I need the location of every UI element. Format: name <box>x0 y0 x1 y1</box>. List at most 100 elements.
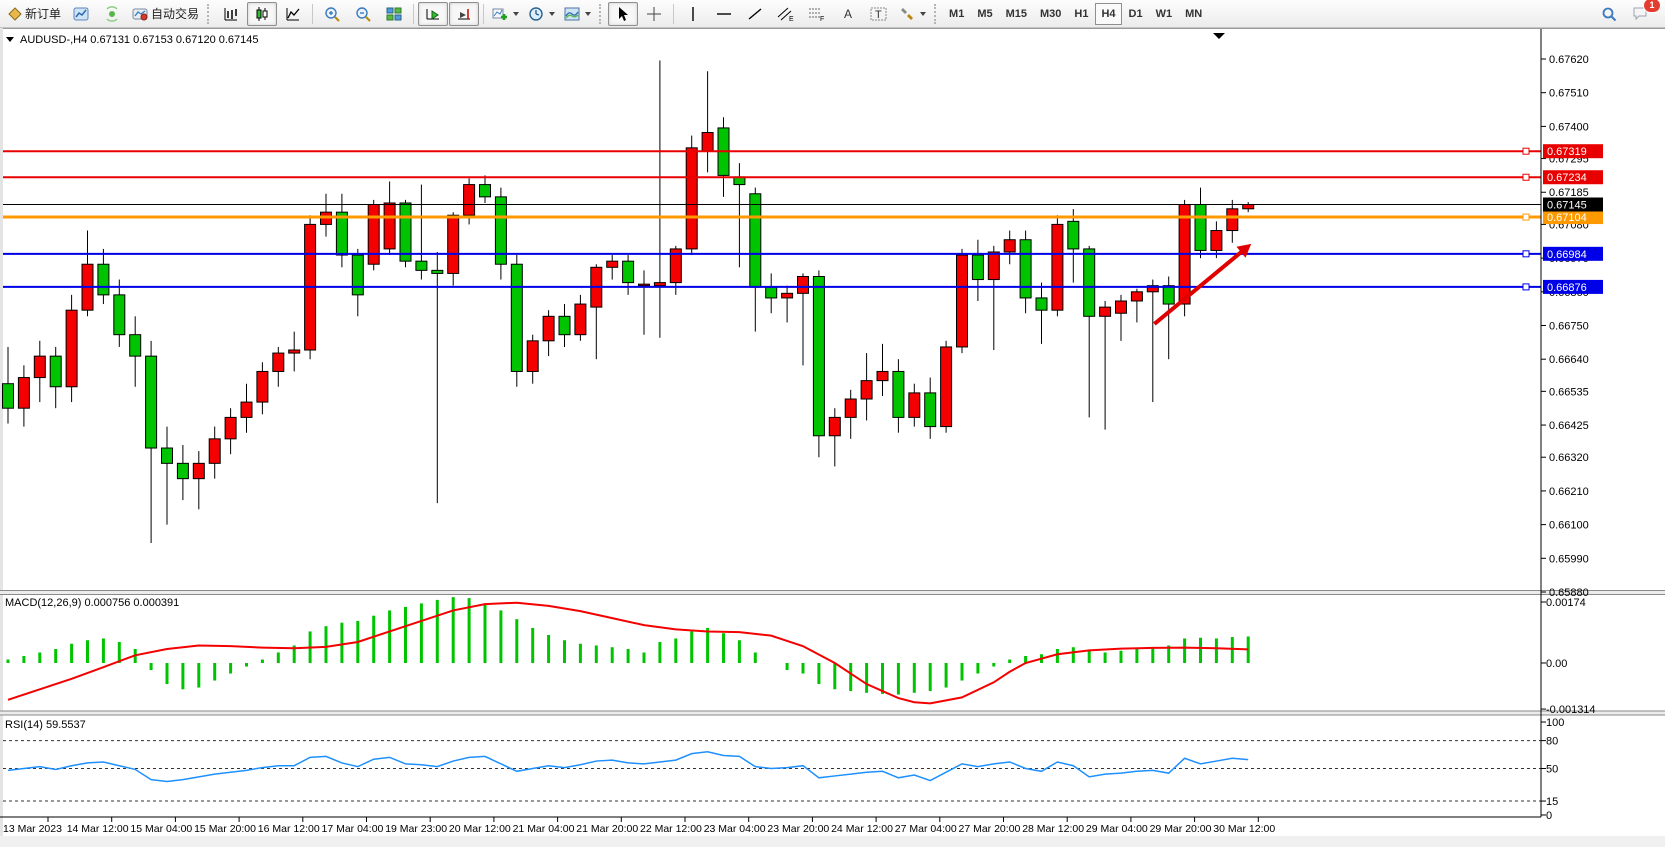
candle-body <box>98 264 109 295</box>
line-anchor[interactable] <box>1523 284 1529 290</box>
candle-body <box>1227 209 1238 231</box>
candle-body <box>750 194 761 287</box>
vertical-line-tool-button[interactable] <box>678 2 708 26</box>
chart-window: 0.676200.675100.674000.672950.671850.670… <box>0 28 1665 847</box>
zoom-out-button[interactable] <box>348 2 378 26</box>
rsi-tick-label: 0 <box>1546 810 1552 822</box>
cursor-tool-button[interactable] <box>608 2 638 26</box>
timeframe-m1-button[interactable]: M1 <box>943 3 970 25</box>
toolbar-grip <box>599 4 604 24</box>
bar-chart-type-button[interactable] <box>216 2 246 26</box>
candle-body <box>575 304 586 335</box>
time-tick-label: 21 Mar 20:00 <box>576 823 638 835</box>
search-icon <box>1601 6 1617 22</box>
new-order-icon <box>8 7 22 21</box>
timeframe-m15-button[interactable]: M15 <box>1000 3 1033 25</box>
candle-body <box>559 316 570 334</box>
time-tick-label: 28 Mar 12:00 <box>1022 823 1084 835</box>
line-anchor[interactable] <box>1523 174 1529 180</box>
candle-body <box>845 399 856 417</box>
crosshair-tool-button[interactable] <box>639 2 669 26</box>
candle-body <box>18 378 29 409</box>
candle-body <box>1211 231 1222 251</box>
time-tick-label: 24 Mar 12:00 <box>831 823 893 835</box>
candle-body <box>909 393 920 418</box>
trendline-icon <box>747 6 763 22</box>
timeframe-m30-button[interactable]: M30 <box>1034 3 1067 25</box>
timeframe-h4-button[interactable]: H4 <box>1095 3 1121 25</box>
timeframe-d1-button[interactable]: D1 <box>1123 3 1149 25</box>
candle-body <box>146 356 157 448</box>
candle-body <box>941 347 952 427</box>
rsi-tick-label: 80 <box>1546 736 1558 748</box>
candle-body <box>782 293 793 298</box>
candle-body <box>400 203 411 261</box>
auto-scroll-button[interactable] <box>418 2 448 26</box>
line-anchor[interactable] <box>1523 251 1529 257</box>
timeframe-mn-button[interactable]: MN <box>1179 3 1208 25</box>
fibonacci-icon: F <box>808 6 826 22</box>
tile-windows-icon <box>386 6 402 22</box>
dropdown-arrow-icon <box>585 12 591 19</box>
chat-button[interactable]: 1 <box>1625 2 1655 26</box>
candle-body <box>1131 292 1142 301</box>
search-button[interactable] <box>1594 2 1624 26</box>
text-label-tool-button[interactable]: T <box>864 2 894 26</box>
candlestick-icon <box>254 6 270 22</box>
candle-body <box>352 255 363 295</box>
crosshair-icon <box>646 6 662 22</box>
new-chart-button[interactable] <box>66 2 96 26</box>
template-button[interactable] <box>560 2 595 26</box>
chart-shift-button[interactable] <box>449 2 479 26</box>
horizontal-line-tool-button[interactable] <box>709 2 739 26</box>
time-tick-label: 29 Mar 20:00 <box>1150 823 1212 835</box>
svg-text:T: T <box>875 9 882 21</box>
line-anchor[interactable] <box>1523 214 1529 220</box>
status-strip <box>0 836 1665 847</box>
chart-symbol-title: AUDUSD-,H4 0.67131 0.67153 0.67120 0.671… <box>20 34 259 46</box>
candle-body <box>639 284 650 286</box>
period-button[interactable] <box>524 2 559 26</box>
candle-body <box>464 185 475 216</box>
add-indicator-icon <box>492 6 508 22</box>
candle-body <box>623 261 634 282</box>
alerts-button[interactable] <box>97 2 127 26</box>
line-chart-type-button[interactable] <box>278 2 308 26</box>
channel-tool-button[interactable]: E <box>771 2 801 26</box>
candle-body <box>877 371 888 380</box>
price-tick-label: 0.66100 <box>1549 520 1589 532</box>
price-tag-label: 0.67145 <box>1547 200 1587 212</box>
new-order-button[interactable]: 新订单 <box>4 2 65 26</box>
trendline-tool-button[interactable] <box>740 2 770 26</box>
time-tick-label: 29 Mar 04:00 <box>1086 823 1148 835</box>
timeframe-w1-button[interactable]: W1 <box>1150 3 1179 25</box>
candle-body <box>654 283 665 286</box>
candle-body <box>893 371 904 417</box>
fibonacci-tool-button[interactable]: F <box>802 2 832 26</box>
tile-windows-button[interactable] <box>379 2 409 26</box>
time-tick-label: 15 Mar 20:00 <box>194 823 256 835</box>
time-tick-label: 30 Mar 12:00 <box>1213 823 1275 835</box>
add-indicator-button[interactable] <box>488 2 523 26</box>
candle-body <box>3 384 14 409</box>
template-icon <box>564 7 580 21</box>
time-tick-label: 23 Mar 20:00 <box>767 823 829 835</box>
candle-body <box>432 270 443 273</box>
line-anchor[interactable] <box>1523 148 1529 154</box>
timeframe-m5-button[interactable]: M5 <box>971 3 998 25</box>
bar-chart-icon <box>223 6 239 22</box>
zoom-in-button[interactable] <box>317 2 347 26</box>
macd-tick-label: 0.00174 <box>1546 597 1586 609</box>
rsi-tick-label: 15 <box>1546 796 1558 808</box>
candlestick-chart-type-button[interactable] <box>247 2 277 26</box>
candle-body <box>543 316 554 341</box>
candle-body <box>66 310 77 387</box>
price-tick-label: 0.67620 <box>1549 54 1589 66</box>
time-tick-label: 14 Mar 12:00 <box>67 823 129 835</box>
text-tool-button[interactable]: A <box>833 2 863 26</box>
timeframe-h1-button[interactable]: H1 <box>1068 3 1094 25</box>
price-chart[interactable]: 0.676200.675100.674000.672950.671850.670… <box>0 28 1665 847</box>
arrows-tool-button[interactable] <box>895 2 930 26</box>
price-tick-label: 0.67400 <box>1549 121 1589 133</box>
auto-trading-button[interactable]: 自动交易 <box>128 2 203 26</box>
